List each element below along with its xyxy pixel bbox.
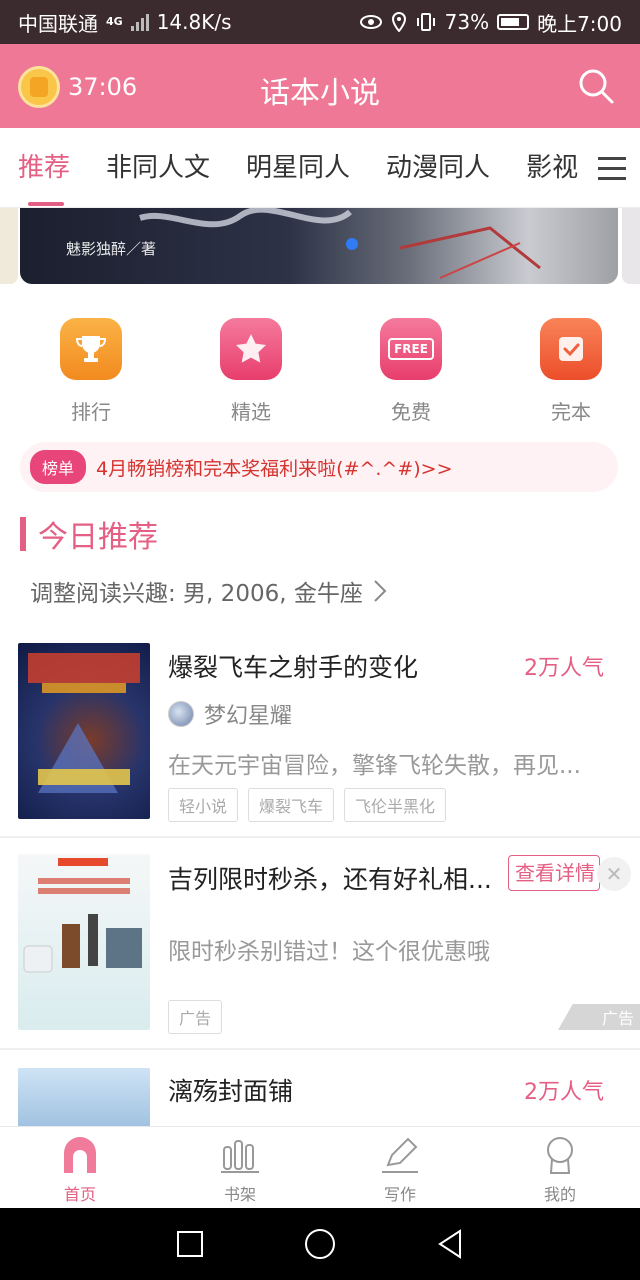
close-icon[interactable]: ✕: [597, 857, 631, 891]
star-icon: [220, 318, 282, 380]
ad-art: [23, 858, 142, 973]
app-title: 话本小说: [260, 76, 380, 111]
completed-entry[interactable]: 完本: [502, 318, 640, 428]
ad-image: [18, 854, 150, 1030]
nav-write-label: 写作: [383, 1185, 416, 1204]
tag-list: 轻小说 爆裂飞车 飞伦半黑化: [168, 788, 447, 822]
trophy-icon: [60, 318, 122, 380]
ad-tag: 广告: [168, 1000, 223, 1034]
avatar: [168, 701, 194, 727]
free-icon: FREE: [380, 318, 442, 380]
home-button-icon[interactable]: [304, 1228, 336, 1260]
nav-home-label: 首页: [63, 1185, 96, 1204]
book-item[interactable]: 漓殇封面铺 2万人气: [0, 1052, 640, 1126]
banner-carousel[interactable]: 魅影独醉／著: [20, 208, 618, 284]
reading-interest-link[interactable]: 调整阅读兴趣: 男, 2006, 金牛座: [30, 574, 387, 608]
free-entry[interactable]: FREE 免费: [342, 318, 480, 428]
author-row[interactable]: 梦幻星耀: [168, 698, 292, 730]
ranking-entry[interactable]: 排行: [22, 318, 160, 428]
banner-next-peek[interactable]: [622, 208, 640, 284]
tag[interactable]: 飞伦半黑化: [344, 788, 447, 822]
tag-list: 广告: [168, 1000, 223, 1034]
banner-prev-peek[interactable]: [0, 208, 18, 284]
ad-title: 吉列限时秒杀，还有好礼相...: [168, 865, 492, 894]
book-item[interactable]: 爆裂飞车之射手的变化 2万人气 梦幻星耀 在天元宇宙冒险，擎锋飞轮失散，再见..…: [0, 640, 640, 836]
tab-anime-fanfic[interactable]: 动漫同人: [368, 128, 508, 207]
profile-icon: [547, 1137, 573, 1174]
section-header: 今日推荐: [20, 512, 158, 556]
search-icon[interactable]: [576, 66, 616, 106]
home-icon: [64, 1137, 96, 1173]
interest-text: 调整阅读兴趣: 男, 2006, 金牛座: [30, 581, 363, 607]
tab-film[interactable]: 影视: [508, 128, 596, 207]
featured-label: 精选: [231, 400, 271, 424]
tab-celebrity-fanfic[interactable]: 明星同人: [228, 128, 368, 207]
book-cover: [18, 643, 150, 819]
tag[interactable]: 爆裂飞车: [248, 788, 335, 822]
system-navigation-bar: [0, 1208, 640, 1280]
section-accent-bar: [20, 517, 26, 551]
notice-badge: 榜单: [30, 450, 87, 484]
eye-icon: [359, 15, 382, 29]
author-name: 梦幻星耀: [204, 704, 293, 729]
nav-profile-label: 我的: [543, 1185, 576, 1204]
menu-icon[interactable]: [584, 128, 640, 207]
signal-icon: [130, 13, 149, 31]
category-tabs: 推荐 非同人文 明星同人 动漫同人 影视: [0, 128, 640, 208]
featured-entry[interactable]: 精选: [182, 318, 320, 428]
tab-original[interactable]: 非同人文: [88, 128, 228, 207]
free-label: 免费: [391, 400, 431, 424]
back-icon[interactable]: [436, 1229, 464, 1259]
battery-percent: 73%: [444, 10, 490, 34]
battery-icon: [497, 14, 530, 30]
recent-apps-icon[interactable]: [176, 1230, 204, 1258]
cover-art: [28, 653, 140, 793]
nav-profile[interactable]: 我的: [480, 1127, 640, 1208]
vibrate-icon: [416, 13, 435, 31]
nav-write[interactable]: 写作: [320, 1127, 480, 1208]
nav-bookshelf[interactable]: 书架: [160, 1127, 320, 1208]
book-title: 漓殇封面铺: [168, 1077, 294, 1106]
completed-label: 完本: [551, 400, 591, 424]
notice-bar[interactable]: 榜单 4月畅销榜和完本奖福利来啦(#^.^#)>>: [20, 442, 618, 492]
nav-home[interactable]: 首页: [0, 1127, 160, 1208]
check-icon: [540, 318, 602, 380]
book-description: 在天元宇宙冒险，擎锋飞轮失散，再见...: [168, 753, 581, 779]
carrier-label: 中国联通: [18, 11, 98, 36]
divider: [0, 836, 640, 838]
carousel-indicator: [346, 238, 358, 250]
ranking-label: 排行: [71, 400, 111, 424]
status-bar: 中国联通 4G 14.8K/s 73% 晚上7:00: [0, 0, 640, 44]
nav-bookshelf-label: 书架: [223, 1185, 256, 1204]
chevron-right-icon: [374, 580, 387, 602]
notice-text: 4月畅销榜和完本奖福利来啦(#^.^#)>>: [96, 457, 453, 480]
pen-icon: [382, 1137, 418, 1173]
book-title: 爆裂飞车之射手的变化: [168, 653, 419, 682]
bookshelf-icon: [221, 1140, 259, 1173]
location-icon: [391, 12, 406, 32]
section-title: 今日推荐: [38, 520, 158, 555]
popularity-label: 2万人气: [524, 1080, 604, 1105]
clock-time: 晚上7:00: [537, 11, 622, 36]
network-type-label: 4G: [106, 15, 123, 28]
ad-description: 限时秒杀别错过！这个很优惠哦: [168, 939, 490, 965]
popularity-label: 2万人气: [524, 656, 604, 681]
tag[interactable]: 轻小说: [168, 788, 239, 822]
app-header: 37:06 话本小说: [0, 44, 640, 128]
divider: [0, 1048, 640, 1050]
network-speed-label: 14.8K/s: [156, 10, 232, 34]
view-details-button[interactable]: 查看详情: [508, 855, 600, 891]
book-cover: [18, 1068, 150, 1126]
banner-author: 魅影独醉／著: [66, 240, 157, 258]
tab-recommend[interactable]: 推荐: [0, 128, 88, 207]
quick-entries: 排行 精选 FREE 免费 完本: [0, 318, 640, 428]
bottom-navigation: 首页 书架 写作 我的: [0, 1126, 640, 1208]
